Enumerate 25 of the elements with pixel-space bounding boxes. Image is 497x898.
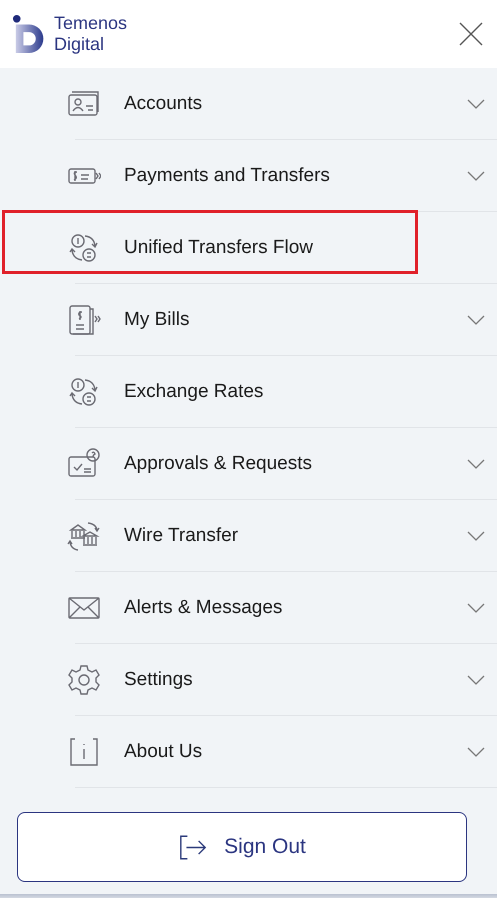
menu-label: Approvals & Requests — [124, 453, 313, 475]
menu-label: Unified Transfers Flow — [124, 237, 314, 259]
chevron-down-icon[interactable] — [467, 747, 485, 757]
chevron-down-icon[interactable] — [467, 675, 485, 685]
close-icon[interactable] — [459, 22, 483, 46]
menu-label: Accounts — [124, 93, 204, 115]
chevron-down-icon[interactable] — [467, 459, 485, 469]
menu-label: Exchange Rates — [124, 381, 264, 403]
chevron-down-icon[interactable] — [467, 99, 485, 109]
menu-label: About Us — [124, 741, 204, 763]
menu-label: Alerts & Messages — [124, 597, 284, 619]
brand-name: Digital — [54, 34, 106, 55]
menu-label: Wire Transfer — [124, 525, 240, 547]
menu-label: My Bills — [124, 309, 190, 331]
receipt-icon — [67, 303, 101, 337]
brand-name: Temenos — [54, 13, 128, 34]
sign-out-icon — [178, 834, 208, 860]
sign-out-button[interactable]: Sign Out — [17, 812, 467, 882]
menu-label: Payments and Transfers — [124, 165, 331, 187]
chevron-down-icon[interactable] — [467, 603, 485, 613]
chevron-down-icon[interactable] — [467, 171, 485, 181]
gear-icon — [67, 663, 101, 697]
menu-label: Settings — [124, 669, 194, 691]
chevron-down-icon[interactable] — [467, 531, 485, 541]
chevron-down-icon[interactable] — [467, 315, 485, 325]
